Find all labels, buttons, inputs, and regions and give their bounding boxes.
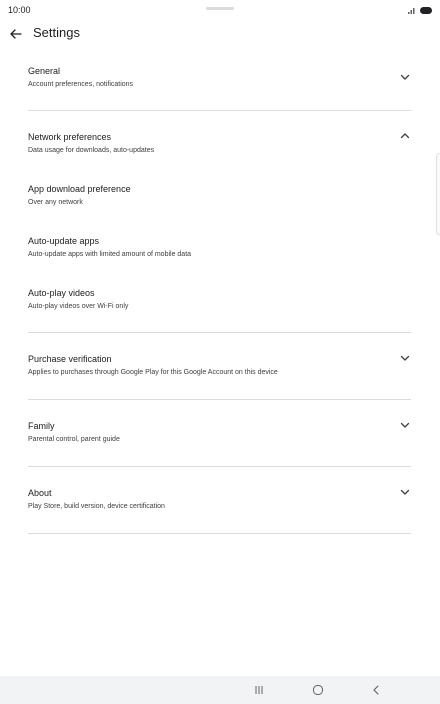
purchase-verification-subtitle: Applies to purchases through Google Play… [28,369,278,376]
recents-icon [255,686,263,694]
auto-play-videos-item[interactable]: Auto-play videos Auto-play videos over W… [28,287,411,316]
network-preferences-row[interactable]: Network preferences Data usage for downl… [28,111,411,160]
section-family: Family Parental control, parent guide [28,400,411,466]
status-time: 10:00 [8,5,31,15]
network-preferences-title: Network preferences [28,132,112,142]
home-button[interactable] [310,682,326,698]
battery-icon [420,6,432,14]
nav-back-button[interactable] [368,682,384,698]
page-title: Settings [33,25,80,40]
family-title: Family [28,421,55,431]
top-app-bar: Settings [0,22,440,46]
purchase-verification-row[interactable]: Purchase verification Applies to purchas… [28,333,411,382]
section-about: About Play Store, build version, device … [28,467,411,533]
general-title: General [28,66,61,76]
general-row[interactable]: General Account preferences, notificatio… [28,58,411,95]
signal-icon [408,8,415,14]
purchase-verification-title: Purchase verification [28,354,112,364]
family-subtitle: Parental control, parent guide [28,436,120,443]
status-icons [408,5,432,15]
recents-button[interactable] [251,682,267,698]
family-row[interactable]: Family Parental control, parent guide [28,400,411,449]
auto-update-apps-subtitle: Auto-update apps with limited amount of … [28,251,192,258]
settings-list: General Account preferences, notificatio… [28,58,411,534]
network-preferences-subtitle: Data usage for downloads, auto-updates [28,147,155,154]
app-download-preference-item[interactable]: App download preference Over any network [28,183,411,212]
about-subtitle: Play Store, build version, device certif… [28,503,165,510]
edge-panel-handle[interactable] [436,153,440,235]
about-title: About [28,488,52,498]
home-icon [313,685,323,695]
section-network-preferences: Network preferences Data usage for downl… [28,111,411,332]
divider [28,533,411,534]
chevron-down-icon[interactable] [399,71,411,83]
section-purchase-verification: Purchase verification Applies to purchas… [28,333,411,399]
chevron-down-icon[interactable] [399,486,411,498]
about-row[interactable]: About Play Store, build version, device … [28,467,411,516]
auto-update-apps-item[interactable]: Auto-update apps Auto-update apps with l… [28,235,411,264]
auto-update-apps-title: Auto-update apps [28,236,100,246]
app-download-preference-subtitle: Over any network [28,199,83,206]
app-download-preference-title: App download preference [28,184,131,194]
auto-play-videos-subtitle: Auto-play videos over Wi-Fi only [28,303,129,310]
chevron-down-icon[interactable] [399,419,411,431]
nav-back-icon [373,685,379,695]
status-bar: 10:00 [0,0,440,20]
general-subtitle: Account preferences, notifications [28,81,134,88]
navigation-bar [0,676,440,704]
arrow-left-icon [10,29,22,39]
chevron-down-icon[interactable] [399,352,411,364]
auto-play-videos-title: Auto-play videos [28,288,95,298]
status-notch-pill [206,7,234,10]
chevron-up-icon[interactable] [399,130,411,142]
back-button[interactable] [8,26,24,42]
section-general: General Account preferences, notificatio… [28,58,411,110]
